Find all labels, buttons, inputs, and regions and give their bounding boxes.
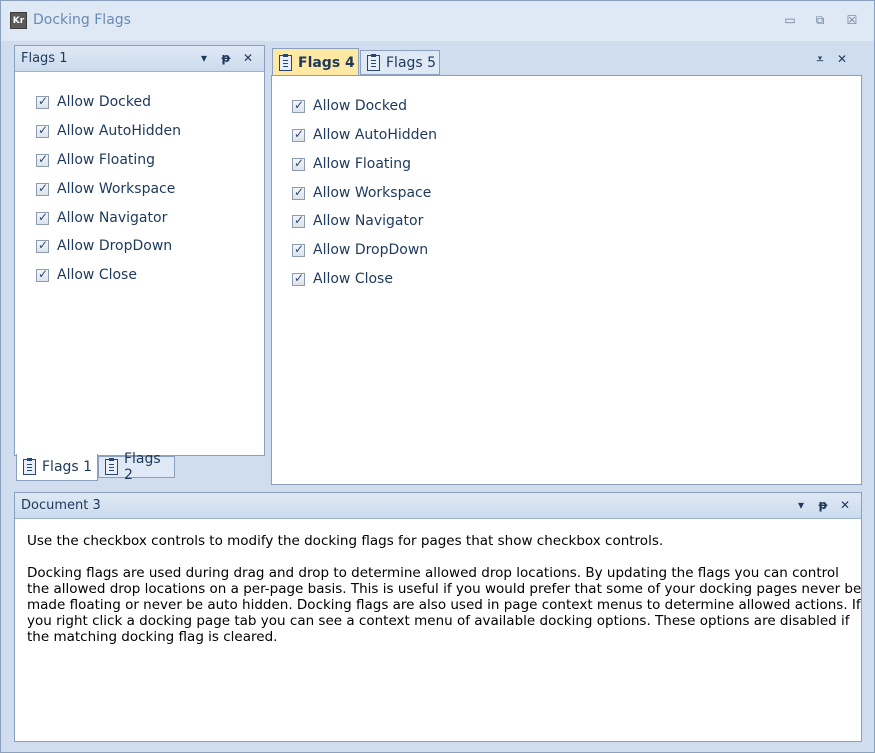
checkbox-label: Allow DropDown: [313, 242, 429, 258]
dropdown-icon[interactable]: ▾: [794, 497, 808, 513]
close-icon[interactable]: ✕: [838, 497, 852, 513]
close-icon[interactable]: ✕: [241, 50, 255, 66]
checkbox-label: Allow AutoHidden: [57, 123, 182, 139]
checkbox-label: Allow Navigator: [313, 213, 424, 229]
left-panel-header[interactable]: Flags 1 ▾ ᵽ ✕: [15, 46, 264, 72]
tab-label: Flags 5: [386, 54, 437, 71]
window-title: Docking Flags: [33, 12, 131, 28]
checkbox-checked-icon[interactable]: [292, 271, 305, 286]
checkbox-allow-navigator[interactable]: Allow Navigator: [292, 211, 423, 231]
checkbox-allow-floating[interactable]: Allow Floating: [292, 154, 411, 174]
checkbox-label: Allow Workspace: [57, 181, 176, 197]
document-panel-header[interactable]: Document 3 ▾ ᵽ ✕: [15, 493, 861, 519]
document-panel-title: Document 3: [21, 498, 101, 513]
checkbox-allow-navigator[interactable]: Allow Navigator: [36, 208, 167, 228]
checkbox-label: Allow Floating: [57, 152, 156, 168]
checkbox-checked-icon[interactable]: [292, 98, 305, 113]
checkbox-allow-floating[interactable]: Allow Floating: [36, 150, 155, 170]
checkbox-allow-docked[interactable]: Allow Docked: [292, 96, 407, 116]
tab-label: Flags 2: [123, 451, 161, 483]
document-paragraph: Docking flags are used during drag and d…: [27, 565, 862, 645]
checkbox-label: Allow AutoHidden: [313, 127, 438, 143]
document-panel: Document 3 ▾ ᵽ ✕ Use the checkbox contro…: [14, 492, 862, 742]
checkbox-label: Allow Close: [57, 267, 137, 283]
clipboard-icon: [105, 458, 118, 475]
checkbox-allow-workspace[interactable]: Allow Workspace: [36, 179, 175, 199]
document-paragraph: Use the checkbox controls to modify the …: [27, 533, 664, 549]
pin-icon[interactable]: ᵽ: [816, 497, 830, 513]
tab-label: Flags 4: [298, 54, 355, 71]
checkbox-checked-icon[interactable]: [36, 210, 49, 225]
checkbox-checked-icon[interactable]: [292, 213, 305, 228]
checkbox-checked-icon[interactable]: [292, 127, 305, 142]
checkbox-checked-icon[interactable]: [36, 123, 49, 138]
checkbox-label: Allow Docked: [57, 94, 151, 110]
checkbox-checked-icon[interactable]: [292, 156, 305, 171]
tab-flags-2[interactable]: Flags 2: [98, 451, 175, 483]
checkbox-checked-icon[interactable]: [36, 267, 49, 282]
tab-flags-4[interactable]: Flags 4: [272, 48, 359, 76]
checkbox-allow-close[interactable]: Allow Close: [292, 269, 393, 289]
dropdown-icon[interactable]: ▾: [197, 50, 211, 66]
document-text: Use the checkbox controls to modify the …: [27, 533, 862, 661]
checkbox-checked-icon[interactable]: [36, 181, 49, 196]
title-bar[interactable]: Kr Docking Flags ▭ ⧉ ☒: [1, 1, 874, 41]
overflow-menu-icon[interactable]: ⩡: [813, 51, 827, 67]
checkbox-allow-dropdown[interactable]: Allow DropDown: [36, 236, 172, 256]
checkbox-allow-workspace[interactable]: Allow Workspace: [292, 183, 431, 203]
close-window-button[interactable]: ☒: [843, 12, 861, 28]
checkbox-allow-dropdown[interactable]: Allow DropDown: [292, 240, 428, 260]
right-docking-panel: Allow Docked Allow AutoHidden Allow Floa…: [271, 75, 862, 485]
checkbox-checked-icon[interactable]: [292, 242, 305, 257]
checkbox-allow-docked[interactable]: Allow Docked: [36, 92, 151, 112]
close-icon[interactable]: ✕: [835, 51, 849, 67]
tab-flags-5[interactable]: Flags 5: [360, 50, 440, 75]
checkbox-label: Allow Workspace: [313, 185, 432, 201]
clipboard-icon: [23, 458, 36, 475]
checkbox-checked-icon[interactable]: [36, 238, 49, 253]
checkbox-label: Allow Floating: [313, 156, 412, 172]
clipboard-icon: [367, 53, 380, 71]
clipboard-icon: [279, 53, 292, 71]
checkbox-checked-icon[interactable]: [36, 152, 49, 167]
checkbox-label: Allow Navigator: [57, 210, 168, 226]
tab-label: Flags 1: [42, 459, 93, 475]
pin-icon[interactable]: ᵽ: [219, 50, 233, 66]
checkbox-allow-autohidden[interactable]: Allow AutoHidden: [292, 125, 437, 145]
left-panel-title: Flags 1: [21, 51, 68, 66]
left-docking-panel: Flags 1 ▾ ᵽ ✕ Allow Docked Allow AutoHid…: [14, 45, 265, 456]
minimize-button[interactable]: ▭: [781, 12, 799, 28]
checkbox-label: Allow Docked: [313, 98, 407, 114]
maximize-button[interactable]: ⧉: [811, 12, 829, 28]
tab-flags-1[interactable]: Flags 1: [16, 454, 98, 481]
checkbox-label: Allow Close: [313, 271, 393, 287]
main-window: Kr Docking Flags ▭ ⧉ ☒ Flags 1 ▾ ᵽ ✕ All…: [0, 0, 875, 753]
checkbox-allow-close[interactable]: Allow Close: [36, 265, 137, 285]
checkbox-label: Allow DropDown: [57, 238, 173, 254]
checkbox-checked-icon[interactable]: [36, 94, 49, 109]
app-logo-icon: Kr: [10, 12, 27, 29]
checkbox-allow-autohidden[interactable]: Allow AutoHidden: [36, 121, 181, 141]
checkbox-checked-icon[interactable]: [292, 185, 305, 200]
